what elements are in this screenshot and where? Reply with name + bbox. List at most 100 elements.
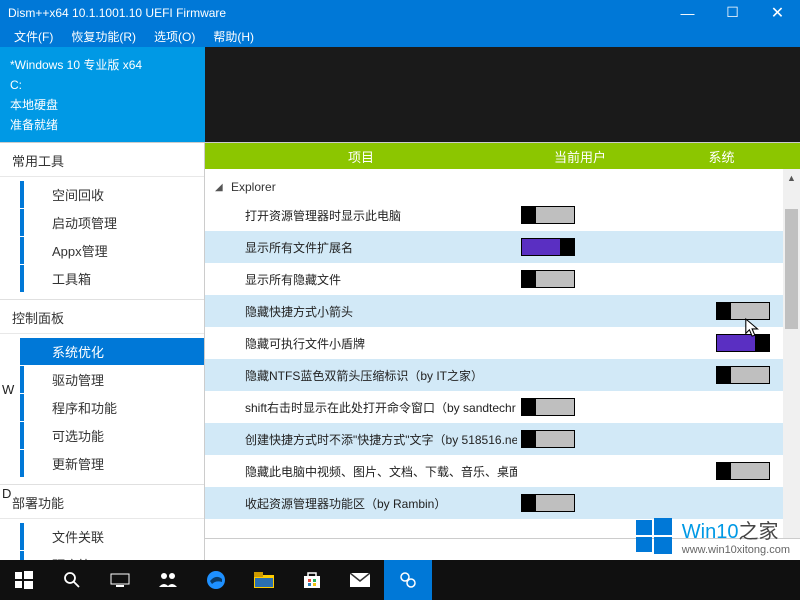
menu-options[interactable]: 选项(O) [146,26,203,47]
user-toggle-cell [517,238,643,256]
user-toggle-cell [517,270,643,288]
sidebar-item-appx[interactable]: Appx管理 [20,237,204,264]
disk-type: 本地硬盘 [10,95,195,115]
minimize-button[interactable]: — [665,0,710,25]
system-info-bar: *Windows 10 专业版 x64 C: 本地硬盘 准备就绪 [0,47,800,142]
edge-icon [206,570,226,590]
menu-file[interactable]: 文件(F) [6,26,61,47]
setting-label: 显示所有隐藏文件 [205,271,517,288]
system-info-panel[interactable]: *Windows 10 专业版 x64 C: 本地硬盘 准备就绪 [0,47,205,142]
sidebar-item-driver[interactable]: 驱动管理 [20,366,204,393]
taskbar [0,560,800,600]
column-headers: 项目 当前用户 系统 [205,143,800,169]
sidebar-group-deploy[interactable]: 部署功能 [0,485,204,519]
user-toggle[interactable] [521,270,575,288]
setting-row: 隐藏可执行文件小盾牌 [205,327,800,359]
window-title: Dism++x64 10.1.1001.10 UEFI Firmware [8,6,665,20]
user-toggle[interactable] [521,430,575,448]
setting-label: 隐藏此电脑中视频、图片、文档、下载、音乐、桌面、 [205,463,517,480]
sidebar: 常用工具 空间回收 启动项管理 Appx管理 工具箱 控制面板 系统优化 驱动管… [0,143,205,560]
windows-start-icon [15,571,33,589]
menu-recover[interactable]: 恢复功能(R) [63,26,144,47]
section-label: Explorer [231,180,276,194]
user-toggle[interactable] [521,238,575,256]
taskview-button[interactable] [96,560,144,600]
setting-row: 隐藏此电脑中视频、图片、文档、下载、音乐、桌面、 [205,455,800,487]
watermark: Win10之家 www.win10xitong.com [634,515,790,556]
main-area: 常用工具 空间回收 启动项管理 Appx管理 工具箱 控制面板 系统优化 驱动管… [0,142,800,560]
col-user: 当前用户 [517,143,643,169]
watermark-brand2: 之家 [738,521,778,543]
system-toggle[interactable] [716,462,770,480]
col-item: 项目 [205,143,517,169]
store-icon [303,571,321,589]
start-button[interactable] [0,560,48,600]
sidebar-item-optimize[interactable]: 系统优化 [20,338,204,365]
sidebar-item-toolbox[interactable]: 工具箱 [20,265,204,292]
mail-button[interactable] [336,560,384,600]
drive-letter: C: [10,75,195,95]
system-toggle-cell [643,462,800,480]
system-toggle-cell [643,366,800,384]
sidebar-item-answer[interactable]: 预应答 [20,551,204,560]
folder-icon [254,572,274,588]
watermark-url: www.win10xitong.com [682,544,790,556]
search-button[interactable] [48,560,96,600]
user-toggle[interactable] [521,494,575,512]
window-buttons: — ☐ ✕ [665,0,800,25]
os-name: *Windows 10 专业版 x64 [10,55,195,75]
system-toggle[interactable] [716,302,770,320]
search-icon [63,571,81,589]
menu-help[interactable]: 帮助(H) [205,26,262,47]
user-toggle[interactable] [521,398,575,416]
setting-row: 创建快捷方式时不添"快捷方式"文字（by 518516.ne [205,423,800,455]
people-button[interactable] [144,560,192,600]
setting-row: 隐藏NTFS蓝色双箭头压缩标识（by IT之家） [205,359,800,391]
sidebar-item-space[interactable]: 空间回收 [20,181,204,208]
sidebar-item-programs[interactable]: 程序和功能 [20,394,204,421]
setting-label: 隐藏快捷方式小箭头 [205,303,517,320]
windows-logo-icon [634,516,674,556]
user-toggle[interactable] [521,206,575,224]
setting-label: shift右击时显示在此处打开命令窗口（by sandtechr [205,399,517,416]
system-toggle[interactable] [716,366,770,384]
edge-button[interactable] [192,560,240,600]
system-toggle[interactable] [716,334,770,352]
sidebar-item-update[interactable]: 更新管理 [20,450,204,477]
content-panel: 项目 当前用户 系统 ◢ Explorer 打开资源管理器时显示此电脑显示所有文… [205,143,800,560]
desktop-letter-d: D [2,486,11,501]
scroll-up-icon[interactable]: ▲ [783,169,800,186]
sidebar-group-control[interactable]: 控制面板 [0,300,204,334]
vertical-scrollbar[interactable]: ▲ ▼ [783,169,800,560]
setting-label: 隐藏NTFS蓝色双箭头压缩标识（by IT之家） [205,367,517,384]
dism-taskbar-button[interactable] [384,560,432,600]
info-right-dark [205,47,800,142]
menubar: 文件(F) 恢复功能(R) 选项(O) 帮助(H) [0,25,800,47]
taskview-icon [110,572,130,588]
explorer-button[interactable] [240,560,288,600]
section-explorer[interactable]: ◢ Explorer [205,175,800,199]
setting-row: 显示所有隐藏文件 [205,263,800,295]
user-toggle-cell [517,494,643,512]
system-toggle-cell [643,302,800,320]
sidebar-group-tools[interactable]: 常用工具 [0,143,204,177]
ready-status: 准备就绪 [10,115,195,135]
scrollbar-thumb[interactable] [785,209,798,329]
expand-arrow-icon: ◢ [215,182,225,193]
setting-row: 隐藏快捷方式小箭头 [205,295,800,327]
sidebar-item-startup[interactable]: 启动项管理 [20,209,204,236]
setting-label: 显示所有文件扩展名 [205,239,517,256]
maximize-button[interactable]: ☐ [710,0,755,25]
people-icon [158,571,178,589]
settings-rows: ◢ Explorer 打开资源管理器时显示此电脑显示所有文件扩展名显示所有隐藏文… [205,169,800,519]
setting-row: 显示所有文件扩展名 [205,231,800,263]
close-button[interactable]: ✕ [755,0,800,25]
user-toggle-cell [517,398,643,416]
sidebar-item-optional[interactable]: 可选功能 [20,422,204,449]
user-toggle-cell [517,430,643,448]
setting-label: 创建快捷方式时不添"快捷方式"文字（by 518516.ne [205,431,517,448]
col-system: 系统 [643,143,800,169]
sidebar-item-fileassoc[interactable]: 文件关联 [20,523,204,550]
store-button[interactable] [288,560,336,600]
setting-row: 打开资源管理器时显示此电脑 [205,199,800,231]
